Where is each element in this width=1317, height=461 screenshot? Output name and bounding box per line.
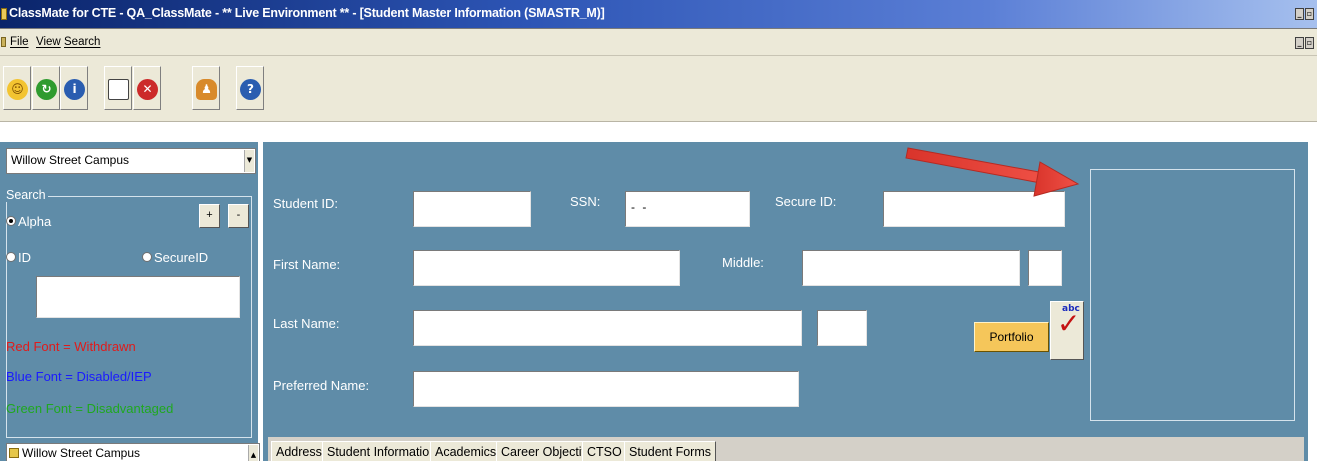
user-button[interactable]: ♟ <box>192 66 220 110</box>
preferred-name-input[interactable] <box>413 371 799 407</box>
tab-ctso[interactable]: CTSO <box>582 441 627 461</box>
first-name-label: First Name: <box>273 257 341 272</box>
portfolio-button[interactable]: Portfolio <box>974 322 1049 352</box>
title-bar: ClassMate for CTE - QA_ClassMate - ** Li… <box>0 0 1317 29</box>
smiley-face-icon: ☺ <box>7 79 28 100</box>
mdi-child-icon <box>1 37 6 47</box>
menu-view[interactable]: View <box>36 36 61 48</box>
tab-academics[interactable]: Academics <box>430 441 502 461</box>
radio-alpha[interactable] <box>6 216 16 226</box>
preferred-name-label: Preferred Name: <box>273 378 370 393</box>
radio-secureid-label: SecureID <box>154 250 209 265</box>
delete-button[interactable]: ✕ <box>133 66 161 110</box>
legend-disabled: Blue Font = Disabled/IEP <box>6 369 152 384</box>
maximize-button[interactable]: ▫ <box>1305 8 1314 20</box>
green-refresh-icon: ↻ <box>36 79 57 100</box>
window-controls: _ ▫ <box>1295 8 1314 20</box>
legend-withdrawn: Red Font = Withdrawn <box>6 339 136 354</box>
ssn-input[interactable]: - - <box>625 191 750 227</box>
ssn-label: SSN: <box>570 194 601 209</box>
menu-file[interactable]: File <box>10 36 29 48</box>
mdi-minimize-button[interactable]: _ <box>1295 37 1304 49</box>
radio-secureid[interactable] <box>142 252 152 262</box>
ssn-value: - - <box>631 200 649 214</box>
toolbar: ☺ ↻ i ✕ ♟ ? <box>0 56 1317 122</box>
last-name-label: Last Name: <box>273 316 340 331</box>
folder-icon <box>9 448 19 458</box>
refresh-button[interactable]: ↻ <box>32 66 60 110</box>
radio-id-label: ID <box>18 250 31 265</box>
legend-disadvantaged: Green Font = Disadvantaged <box>6 401 174 416</box>
blue-info-icon: i <box>64 79 85 100</box>
name-suffix-input[interactable] <box>1028 250 1062 286</box>
student-photo-frame[interactable] <box>1090 169 1295 421</box>
secure-id-label: Secure ID: <box>775 194 837 209</box>
tab-address[interactable]: Address <box>271 441 327 461</box>
menu-search[interactable]: Search <box>64 36 100 48</box>
middle-label: Middle: <box>722 255 764 270</box>
window-title: ClassMate for CTE - QA_ClassMate - ** Li… <box>9 6 605 20</box>
search-group-label: Search <box>6 188 48 202</box>
search-input[interactable] <box>36 276 240 318</box>
chevron-down-icon[interactable]: ▼ <box>244 150 254 172</box>
last-name-input[interactable] <box>413 310 802 346</box>
checkmark-icon: ✓ <box>1057 307 1081 340</box>
scroll-up-icon[interactable]: ▲ <box>248 445 258 461</box>
mdi-window-controls: _ ▫ <box>1295 37 1314 49</box>
student-id-input[interactable] <box>413 191 531 227</box>
expand-plus-button[interactable]: + <box>199 204 220 228</box>
campus-select[interactable]: Willow Street Campus ▼ <box>6 148 256 174</box>
campus-select-value: Willow Street Campus <box>11 153 130 167</box>
first-name-input[interactable] <box>413 250 680 286</box>
radio-alpha-label: Alpha <box>18 214 52 229</box>
red-arrow-annotation <box>905 147 1080 197</box>
smiley-button[interactable]: ☺ <box>3 66 31 110</box>
student-id-label: Student ID: <box>273 196 339 211</box>
last-name-suffix-input[interactable] <box>817 310 867 346</box>
info-button[interactable]: i <box>60 66 88 110</box>
mdi-restore-button[interactable]: ▫ <box>1305 37 1314 49</box>
middle-name-input[interactable] <box>802 250 1020 286</box>
campus-tree[interactable]: Willow Street Campus ▲ <box>6 443 260 461</box>
new-document-icon <box>108 79 129 100</box>
campus-tree-item[interactable]: Willow Street Campus <box>22 446 140 460</box>
red-delete-icon: ✕ <box>137 79 158 100</box>
help-button[interactable]: ? <box>236 66 264 110</box>
help-icon: ? <box>240 79 261 100</box>
new-record-button[interactable] <box>104 66 132 110</box>
collapse-minus-button[interactable]: - <box>228 204 249 228</box>
user-icon: ♟ <box>196 79 217 100</box>
tab-student-information[interactable]: Student Information <box>322 441 442 461</box>
spell-check-button[interactable]: abc ✓ <box>1050 301 1084 360</box>
tab-student-forms[interactable]: Student Forms <box>624 441 716 461</box>
minimize-button[interactable]: _ <box>1295 8 1304 20</box>
app-icon <box>1 8 7 20</box>
radio-id[interactable] <box>6 252 16 262</box>
menu-bar: File View Search _ ▫ <box>0 29 1317 56</box>
